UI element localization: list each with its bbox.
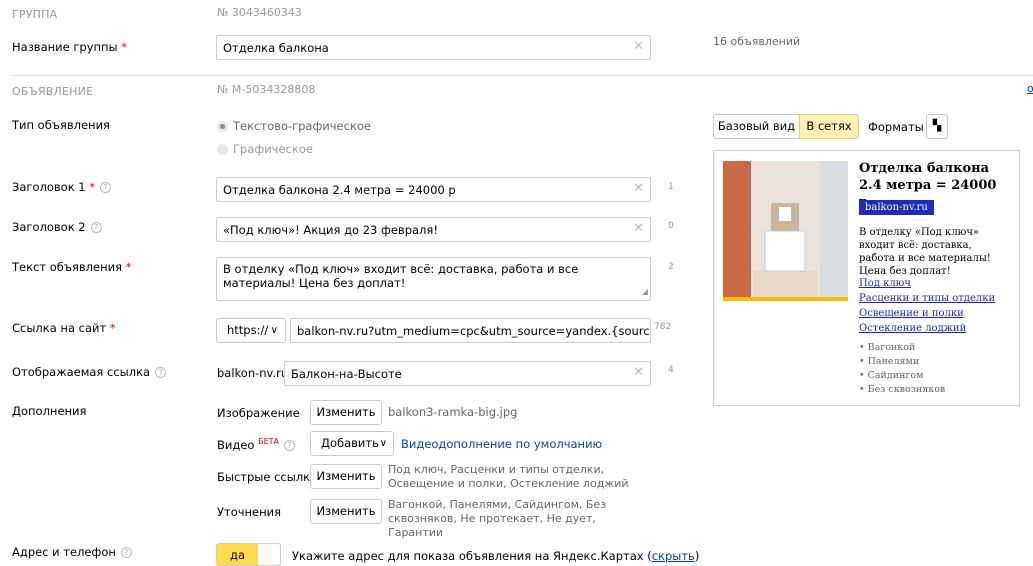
image-filename: balkon3-ramka-big.jpg [388,405,518,419]
group-name-input[interactable]: Отделка балкона ✕ [216,35,651,60]
clear-icon[interactable]: ✕ [633,182,644,195]
preview-sitelink[interactable]: Под ключ [859,278,911,289]
video-add-button[interactable]: Добавить ∨ [310,431,394,456]
link-counter: 782 [654,322,672,332]
preview-image [723,161,848,301]
quick-links-change-button[interactable]: Изменить [310,464,382,489]
clarifications-label: Уточнения [217,505,282,519]
title2-counter: 0 [668,221,674,231]
radio-text-graphic[interactable] [217,121,228,132]
display-link-prefix: balkon-nv.ru/ [217,366,293,380]
title1-label: Заголовок 1 *? [12,180,112,194]
group-number: № 3043460343 [217,6,302,19]
title2-input[interactable]: «Под ключ»! Акция до 23 февраля! ✕ [216,217,651,242]
preview-text: В отделку «Под ключ» входит всё: доставк… [859,227,991,277]
quick-links-label: Быстрые ссылки [217,470,318,484]
clarifications-change-button[interactable]: Изменить [310,499,382,524]
ad-text-label: Текст объявления * [12,260,132,274]
hide-link[interactable]: скрыть [652,549,695,563]
address-label: Адрес и телефон? [12,545,132,559]
tab-basic-view[interactable]: Базовый вид [713,114,800,139]
ad-section-title: ОБЪЯВЛЕНИЕ [12,85,94,98]
preview-sitelink[interactable]: Расценки и типы отделки [859,293,995,304]
grid-icon[interactable]: ▚ [926,114,948,139]
resize-handle-icon[interactable]: ◢ [642,285,648,299]
extras-label: Дополнения [12,404,87,418]
preview-clarification: • Панелями [859,356,920,367]
preview-sitelink[interactable]: Остекление лоджий [859,323,966,334]
ad-text-counter: 2 [668,262,674,272]
help-icon[interactable]: ? [284,439,295,451]
group-name-label: Название группы * [12,40,128,54]
help-icon[interactable]: ? [120,547,132,558]
preview-clarification: • Сайдингом [859,370,924,381]
title1-input[interactable]: Отделка балкона 2.4 метра = 24000 р ✕ [216,177,651,202]
radio-graphic[interactable] [217,144,228,155]
edge-link[interactable]: о [1027,82,1033,95]
clear-icon[interactable]: ✕ [633,222,644,235]
link-input[interactable]: balkon-nv.ru?utm_medium=cpc&utm_source=y… [290,318,651,343]
address-toggle[interactable]: да [216,543,281,566]
title1-counter: 1 [668,182,674,192]
divider [12,75,1033,76]
display-link-input[interactable]: Балкон-на-Высоте ✕ [284,361,651,386]
radio-graphic-label: Графическое [233,142,313,156]
clear-icon[interactable]: ✕ [633,366,644,379]
beta-badge: БЕТА [258,437,279,446]
image-change-button[interactable]: Изменить [310,400,382,425]
preview-clarification: • Вагонкой [859,342,916,353]
preview-clarification: • Без сквозняков [859,384,946,395]
help-icon[interactable]: ? [90,222,102,233]
ads-count: 16 объявлений [713,35,801,48]
radio-text-graphic-label: Текстово-графическое [233,119,372,133]
tab-formats[interactable]: Форматы [868,120,924,134]
clarifications-text: Вагонкой, Панелями, Сайдингом, Без сквоз… [388,498,607,539]
title2-label: Заголовок 2? [12,220,102,234]
clear-icon[interactable]: ✕ [633,40,644,53]
video-label: Видео БЕТА? [217,437,295,452]
display-link-counter: 4 [668,365,674,375]
chevron-down-icon: ∨ [379,438,387,449]
ad-preview: Отделка балкона 2.4 метра = 24000 р balk… [713,150,1020,406]
ad-text-textarea[interactable]: В отделку «Под ключ» входит всё: доставк… [216,257,651,301]
quick-links-text: Под ключ, Расценки и типы отделки, Освещ… [388,463,629,490]
link-label: Ссылка на сайт * [12,321,116,335]
help-icon[interactable]: ? [100,182,112,193]
ad-number: № M-5034328808 [217,83,316,96]
video-default-link[interactable]: Видеодополнение по умолчанию [401,437,602,451]
image-label: Изображение [217,406,300,420]
chevron-down-icon: ∨ [270,325,278,336]
ad-type-label: Тип объявления [12,118,110,132]
toggle-on-label: да [217,544,258,565]
preview-sitelink[interactable]: Освещение и полки [859,308,964,319]
protocol-select[interactable]: https://∨ [216,318,286,343]
tab-networks[interactable]: В сетях [799,114,859,139]
preview-domain[interactable]: balkon-nv.ru [859,200,934,215]
group-section-title: ГРУППА [12,8,58,21]
address-hint: Укажите адрес для показа объявления на Я… [292,549,700,563]
help-icon[interactable]: ? [155,367,167,378]
display-link-label: Отображаемая ссылка? [12,365,167,379]
